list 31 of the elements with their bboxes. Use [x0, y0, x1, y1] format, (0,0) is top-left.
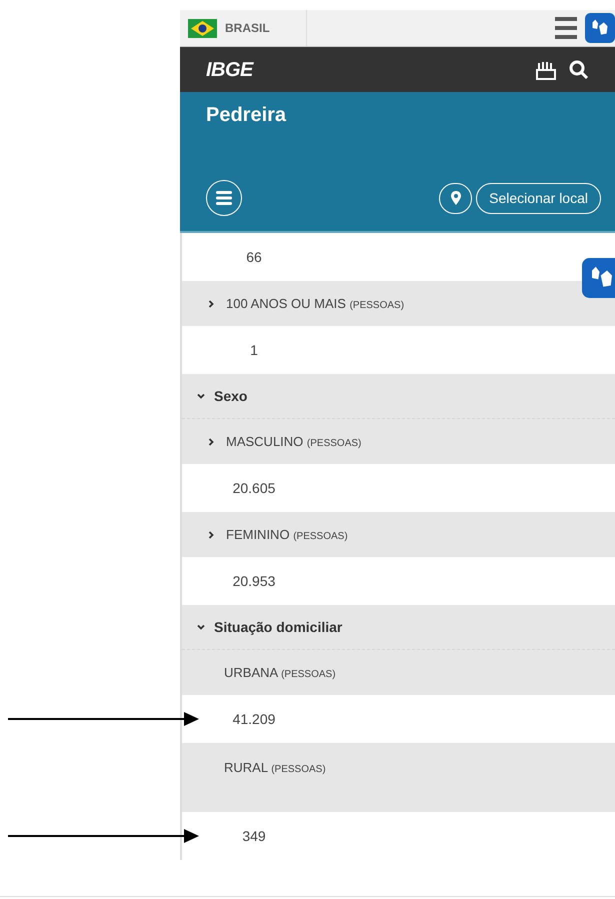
- search-icon[interactable]: [569, 60, 589, 80]
- value-text: 1: [250, 340, 258, 360]
- category-label: 100 ANOS OU MAIS (PESSOAS): [226, 294, 404, 313]
- category-label: MASCULINO (PESSOAS): [226, 432, 362, 451]
- section-header[interactable]: Sexo: [182, 374, 615, 419]
- section-header[interactable]: Situação domiciliar: [182, 605, 615, 650]
- category-label: FEMININO (PESSOAS): [226, 526, 348, 544]
- map-pin-icon: [450, 191, 461, 205]
- category-row[interactable]: RURAL (PESSOAS): [182, 743, 615, 812]
- menu-icon[interactable]: [555, 15, 577, 41]
- value-text: 20.605: [232, 478, 276, 498]
- menu-icon: [216, 191, 232, 205]
- value-text: 66: [246, 248, 262, 266]
- site-logo[interactable]: IBGE: [206, 54, 253, 84]
- category-row[interactable]: 100 ANOS OU MAIS (PESSOAS): [182, 281, 615, 326]
- flag-icon: [188, 18, 217, 38]
- country-label[interactable]: BRASIL: [225, 19, 270, 37]
- section-title: Situação domiciliar: [214, 618, 342, 637]
- menu-button[interactable]: [206, 180, 242, 216]
- value-text: 349: [242, 826, 266, 846]
- value-text: 41.209: [232, 710, 276, 728]
- category-row[interactable]: FEMININO (PESSOAS): [182, 512, 615, 557]
- category-label: RURAL (PESSOAS): [224, 759, 326, 777]
- place-title: Pedreira: [206, 103, 288, 128]
- value-text: 20.953: [232, 572, 276, 590]
- section-title: Sexo: [214, 386, 248, 406]
- location-button[interactable]: [439, 182, 472, 214]
- category-row[interactable]: URBANA (PESSOAS): [182, 650, 615, 695]
- select-location-button[interactable]: Selecionar local: [476, 182, 601, 214]
- category-row[interactable]: MASCULINO (PESSOAS): [182, 419, 615, 464]
- category-label: URBANA (PESSOAS): [224, 664, 336, 682]
